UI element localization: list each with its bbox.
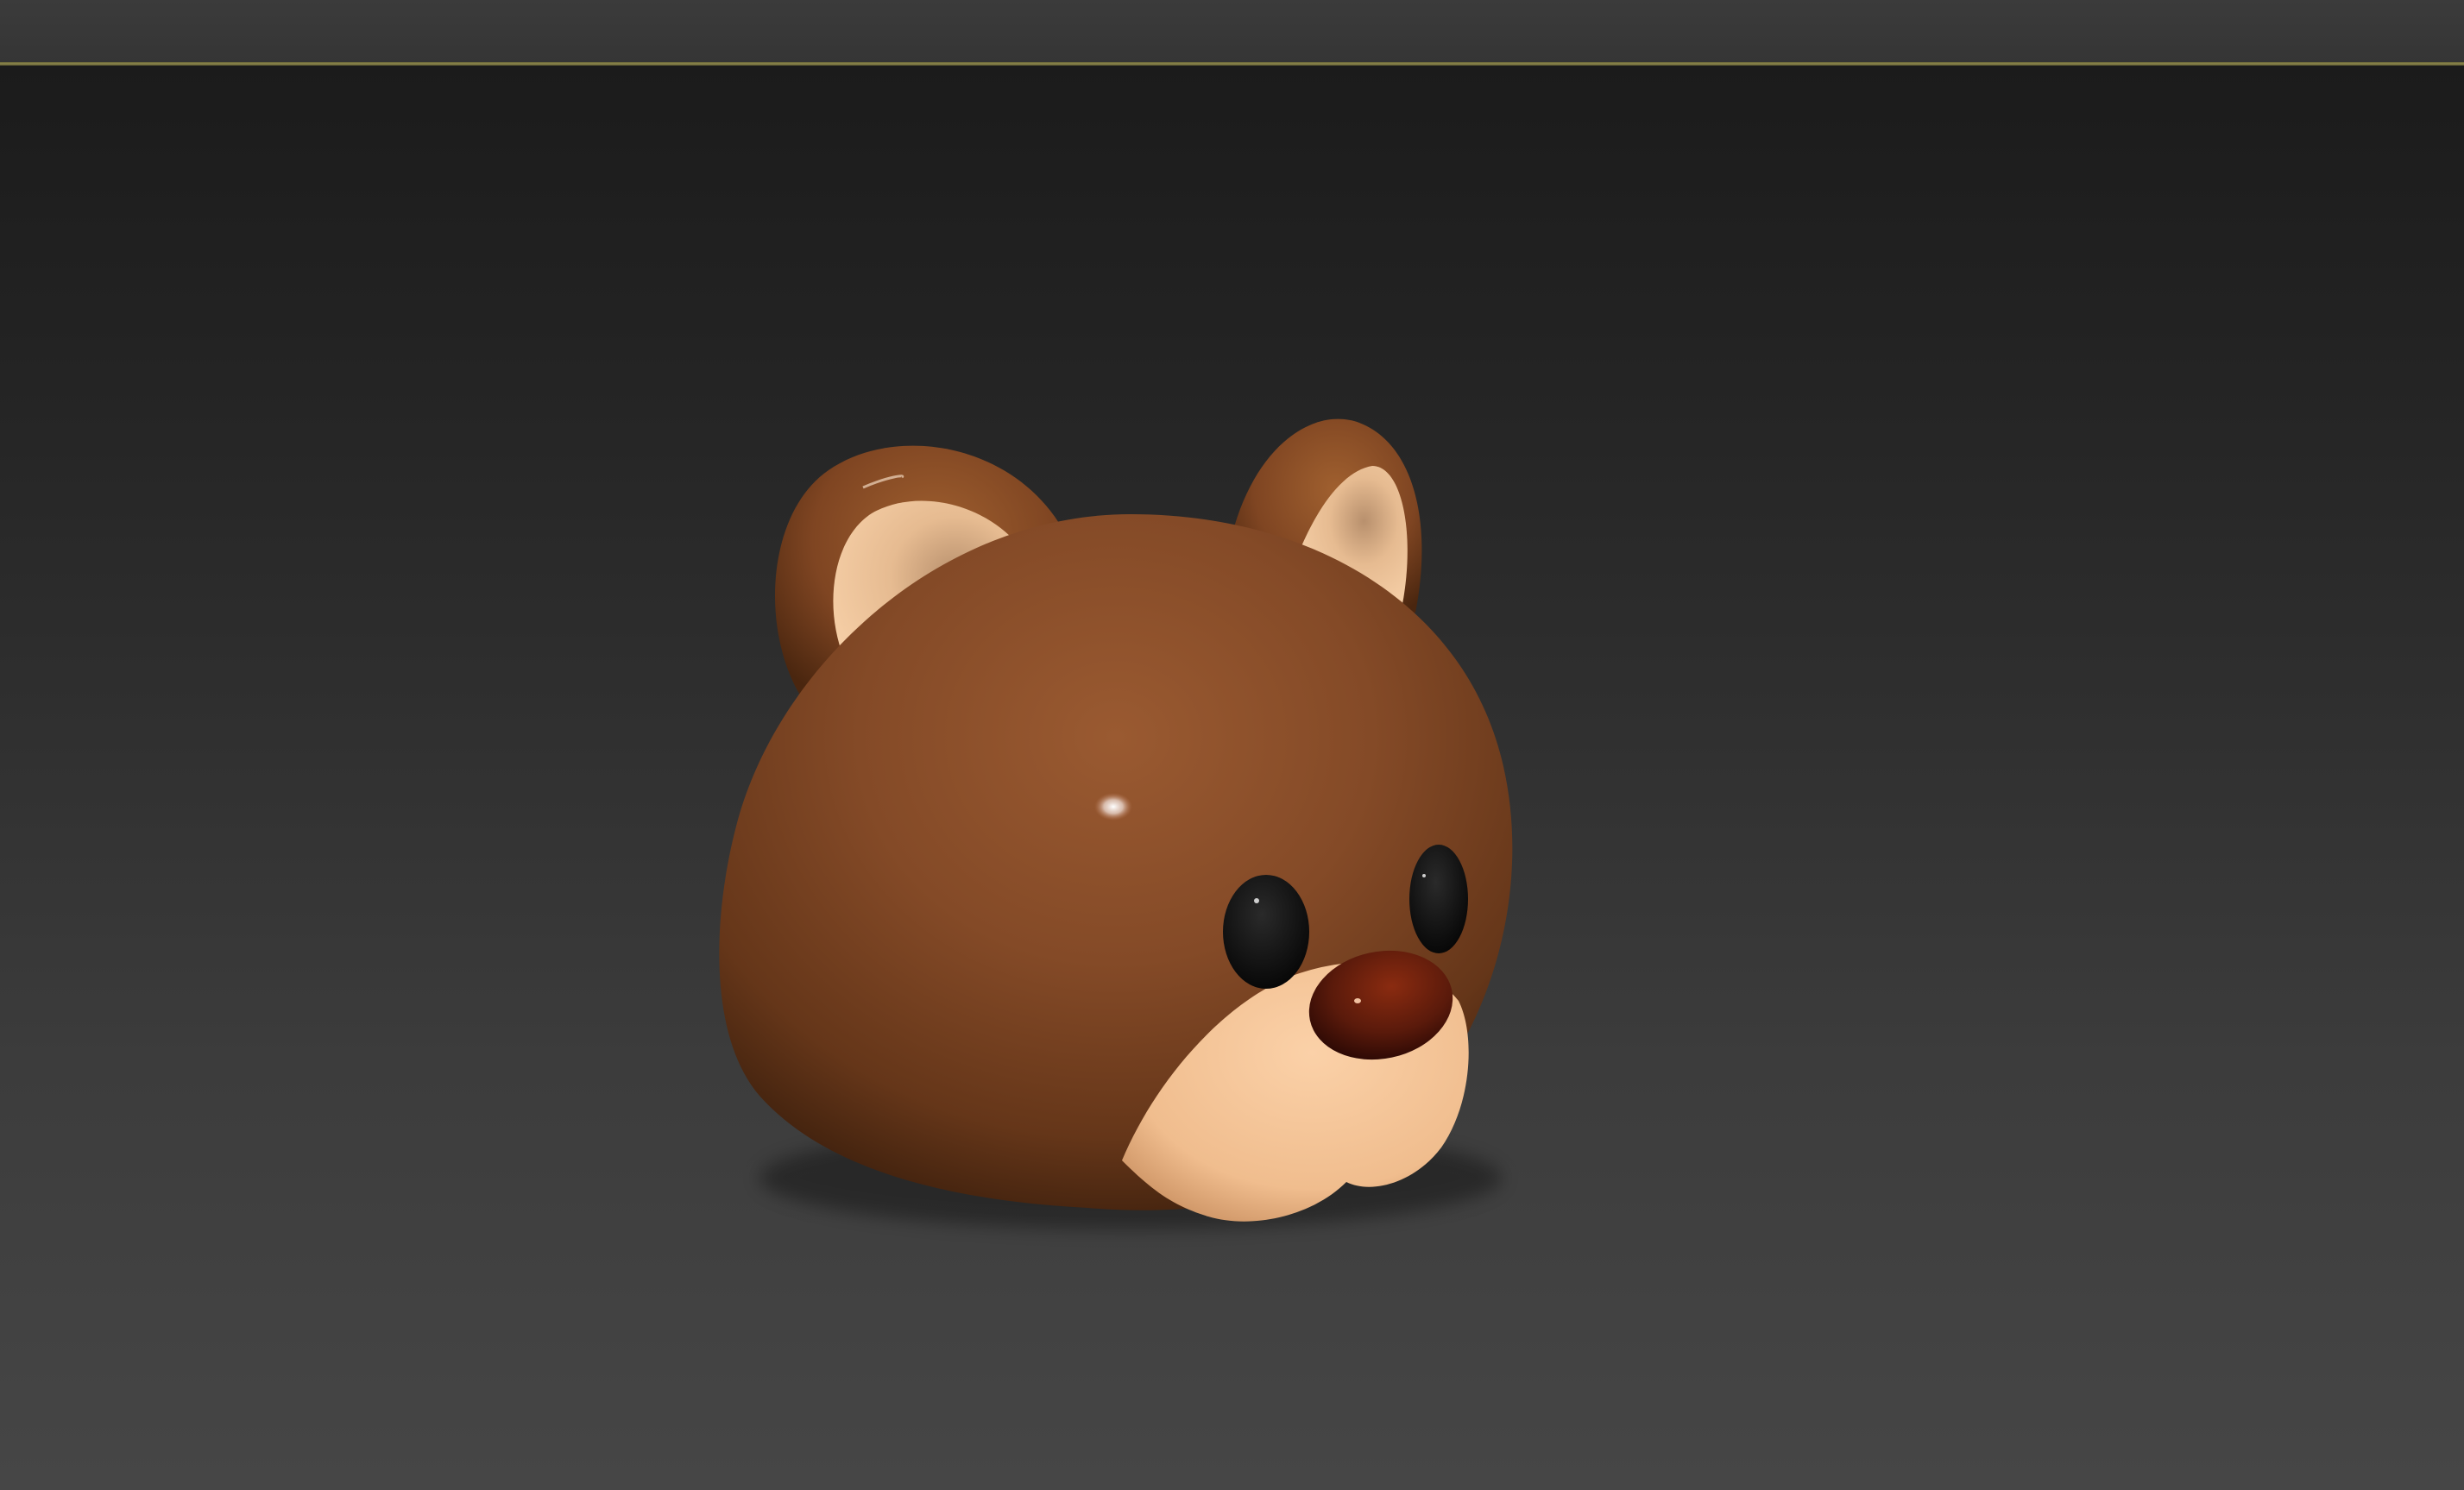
- viewport-scene[interactable]: [0, 66, 2464, 1490]
- right-eye-highlight: [1422, 874, 1426, 877]
- perspective-viewport[interactable]: [0, 66, 2464, 1490]
- left-eye-highlight: [1254, 898, 1259, 903]
- specular-highlight: [1094, 793, 1132, 820]
- left-eye[interactable]: [1223, 875, 1309, 989]
- top-toolbar-strip: [0, 0, 2464, 62]
- nose-highlight: [1354, 998, 1361, 1003]
- modeling-app-window: [0, 0, 2464, 1490]
- right-eye[interactable]: [1409, 845, 1468, 953]
